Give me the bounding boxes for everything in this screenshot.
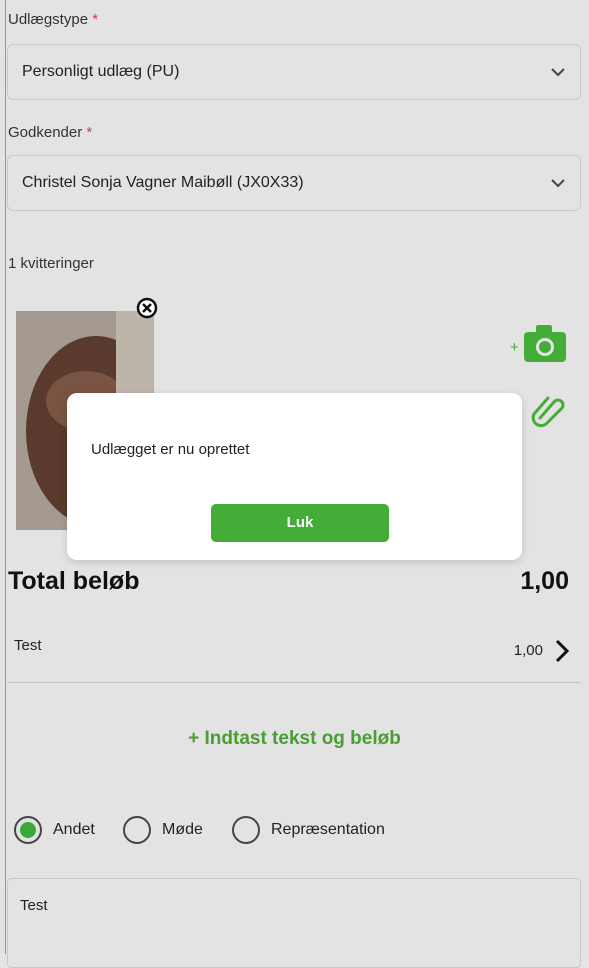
confirmation-dialog: Udlægget er nu oprettet Luk <box>67 393 522 560</box>
close-button[interactable]: Luk <box>211 504 389 542</box>
expense-screen: Udlægstype * Personligt udlæg (PU) Godke… <box>0 0 589 968</box>
dialog-message: Udlægget er nu oprettet <box>91 441 250 458</box>
